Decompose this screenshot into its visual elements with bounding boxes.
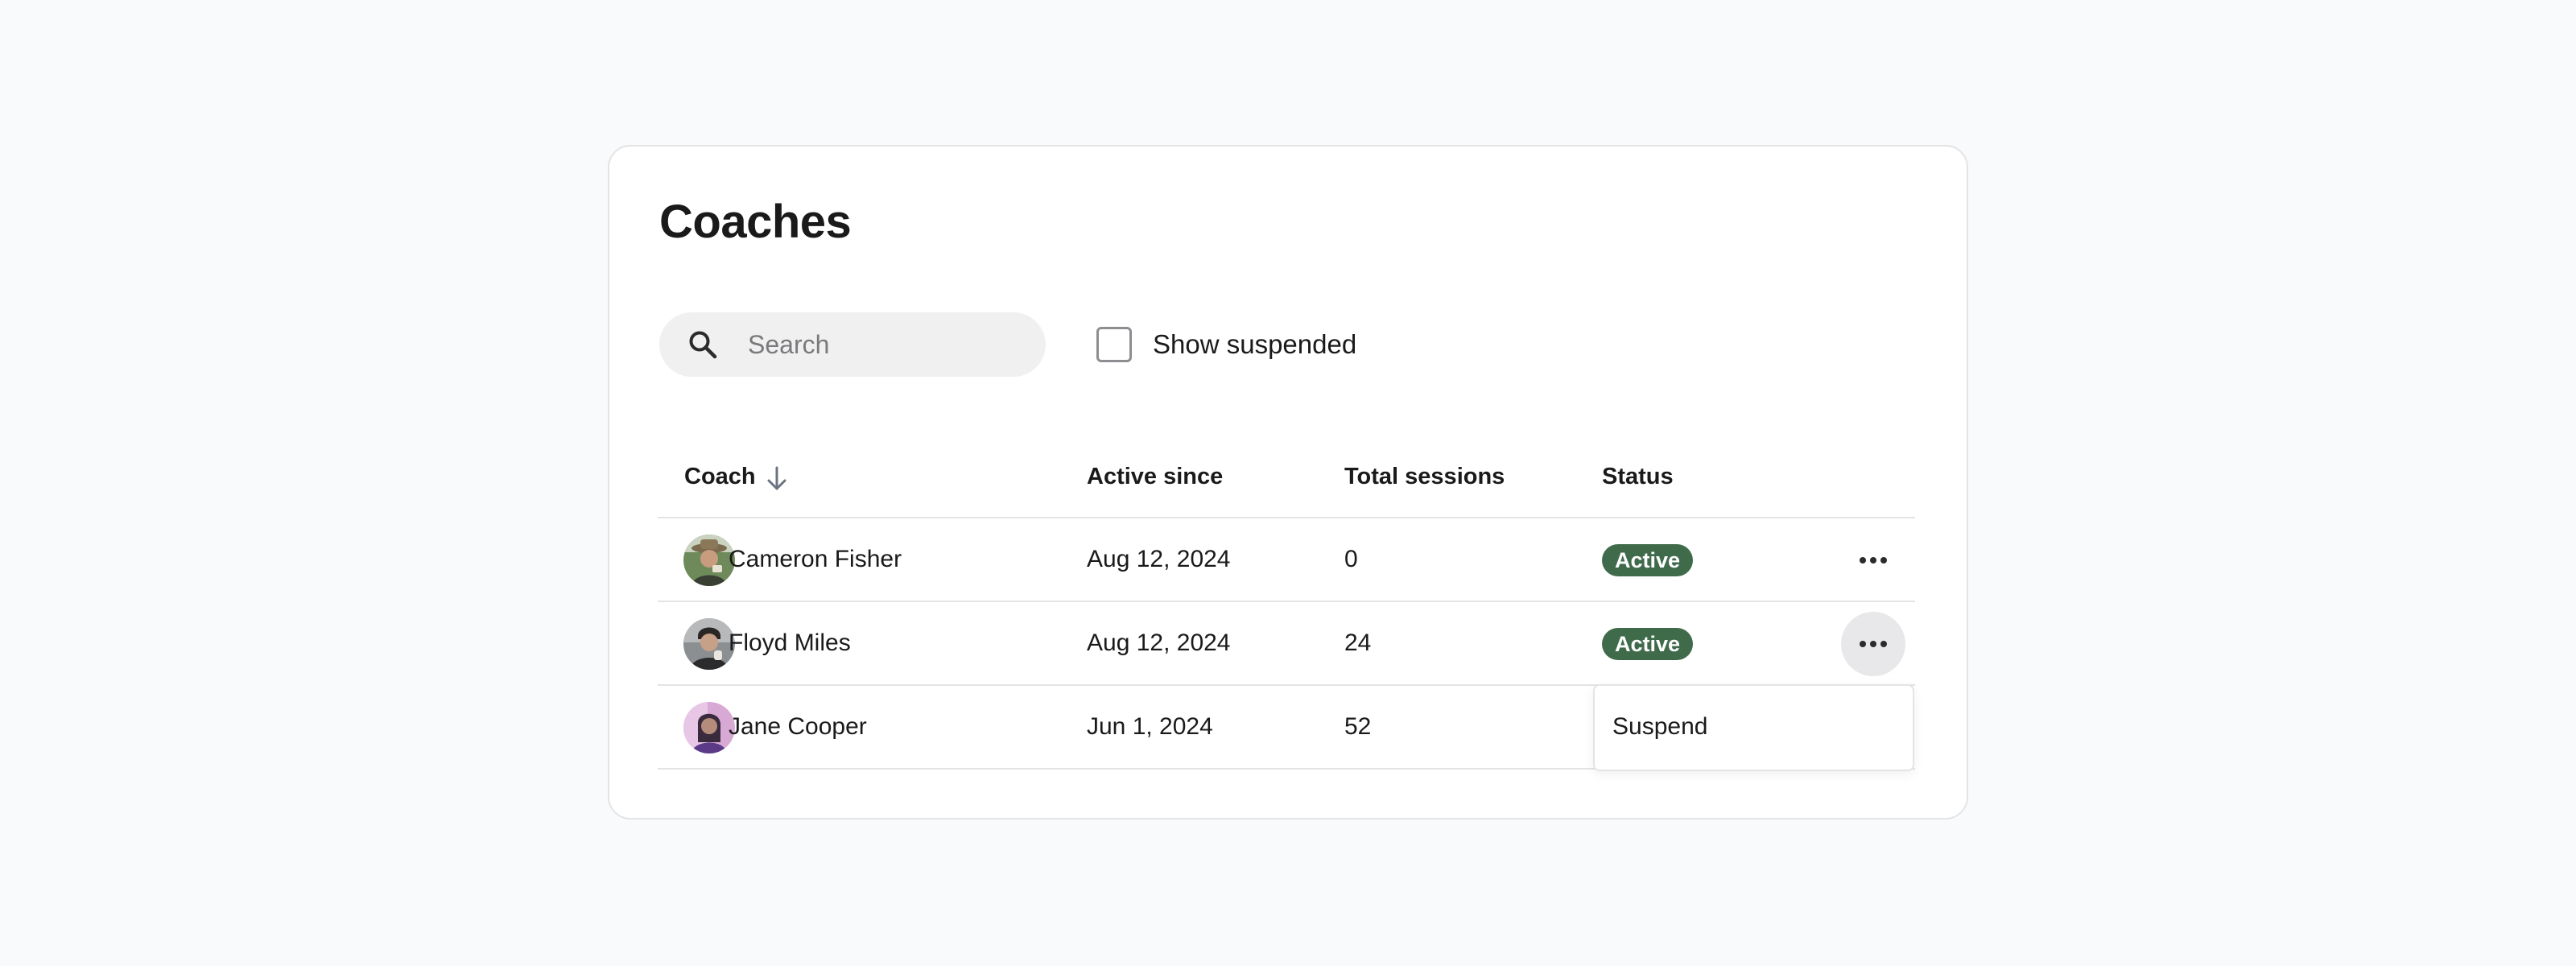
coach-name: Cameron Fisher <box>729 546 902 572</box>
status-badge: Active <box>1602 628 1694 660</box>
total-sessions: 0 <box>1344 546 1358 572</box>
row-actions-button[interactable] <box>1841 612 1905 676</box>
more-horizontal-icon <box>1860 557 1887 564</box>
column-header-coach[interactable]: Coach <box>684 464 756 490</box>
active-since: Jun 1, 2024 <box>1087 713 1213 740</box>
active-since: Aug 12, 2024 <box>1087 546 1231 572</box>
show-suspended-checkbox[interactable] <box>1096 327 1132 362</box>
arrow-down-icon[interactable] <box>765 465 789 493</box>
more-horizontal-icon <box>1860 641 1887 647</box>
show-suspended-label[interactable]: Show suspended <box>1153 329 1356 360</box>
total-sessions: 24 <box>1344 630 1372 656</box>
column-header-active-since: Active since <box>1087 464 1224 489</box>
column-header-total-sessions: Total sessions <box>1344 464 1505 489</box>
page-title: Coaches <box>659 196 852 248</box>
coach-name: Jane Cooper <box>729 713 867 740</box>
menu-item-suspend[interactable]: Suspend <box>1612 713 1707 741</box>
row-actions-button[interactable] <box>1841 528 1905 592</box>
avatar <box>683 702 735 753</box>
search-box[interactable] <box>659 312 1046 377</box>
active-since: Aug 12, 2024 <box>1087 630 1231 656</box>
search-input[interactable] <box>748 312 1022 377</box>
coach-name: Floyd Miles <box>729 630 851 656</box>
show-suspended-toggle[interactable]: Show suspended <box>1096 325 1356 364</box>
table-row: Cameron Fisher Aug 12, 2024 0 Active <box>658 518 1915 601</box>
table-row: Floyd Miles Aug 12, 2024 24 Active <box>658 602 1915 684</box>
avatar <box>683 618 735 670</box>
total-sessions: 52 <box>1344 713 1372 740</box>
search-icon <box>689 331 717 359</box>
row-actions-menu: Suspend <box>1593 684 1914 771</box>
avatar <box>683 535 735 586</box>
column-header-status: Status <box>1602 464 1674 489</box>
status-badge: Active <box>1602 544 1694 576</box>
